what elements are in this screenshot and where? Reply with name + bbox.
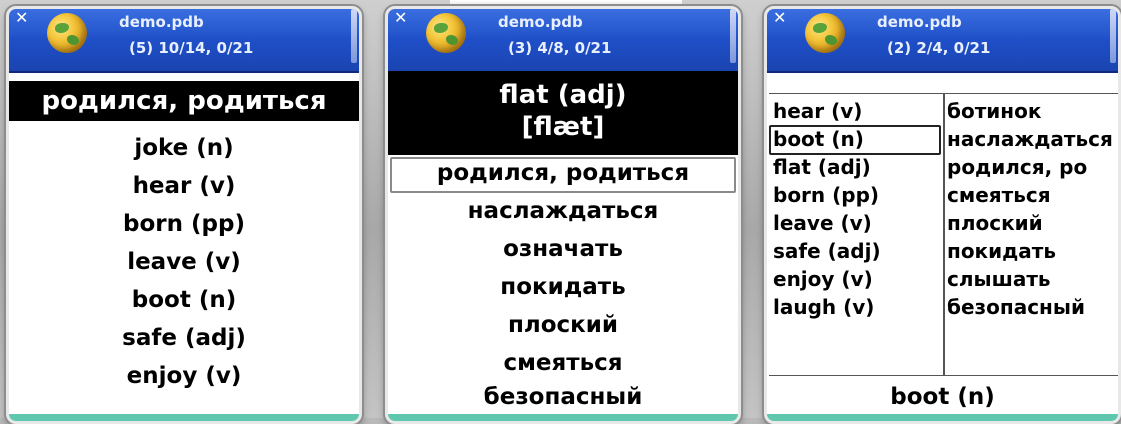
list-item[interactable]: безопасный	[388, 381, 738, 413]
table-border-bottom	[769, 375, 1118, 376]
screen-3: ✕ demo.pdb (2) 2/4, 0/21 hear (v) boot (…	[764, 6, 1121, 424]
close-icon[interactable]: ✕	[773, 10, 787, 26]
app-title: demo.pdb	[498, 13, 583, 31]
scroll-indicator	[1110, 9, 1116, 63]
left-word[interactable]: enjoy (v)	[773, 265, 941, 293]
left-word[interactable]: born (pp)	[773, 181, 941, 209]
list-item[interactable]: hear (v)	[9, 170, 359, 202]
right-word[interactable]: смеяться	[947, 181, 1115, 209]
prompt-text: родился, родиться	[41, 86, 327, 116]
right-word[interactable]: плоский	[947, 209, 1115, 237]
globe-icon	[805, 13, 845, 53]
right-word[interactable]: покидать	[947, 237, 1115, 265]
globe-icon	[47, 13, 87, 53]
header: ✕ demo.pdb (5) 10/14, 0/21	[9, 9, 359, 73]
list-item[interactable]: boot (n)	[9, 284, 359, 316]
screen-1: ✕ demo.pdb (5) 10/14, 0/21 родился, роди…	[6, 6, 362, 424]
table-divider	[943, 93, 945, 375]
header: ✕ demo.pdb (2) 2/4, 0/21	[767, 9, 1118, 73]
list-item[interactable]: safe (adj)	[9, 322, 359, 354]
prompt-band: flat (adj) [flæt]	[388, 71, 738, 155]
left-word[interactable]: flat (adj)	[773, 153, 941, 181]
list-item[interactable]: joke (n)	[9, 132, 359, 164]
left-word[interactable]: safe (adj)	[773, 237, 941, 265]
list-item[interactable]: enjoy (v)	[9, 360, 359, 392]
list-item[interactable]: родился, родиться	[388, 157, 738, 189]
left-word[interactable]: boot (n)	[773, 125, 941, 153]
list-item[interactable]: покидать	[388, 271, 738, 303]
right-word[interactable]: безопасный	[947, 293, 1115, 321]
close-icon[interactable]: ✕	[15, 10, 29, 26]
right-word[interactable]: родился, ро	[947, 153, 1115, 181]
prompt-pronunciation: [flæt]	[521, 112, 605, 142]
list-item[interactable]: смеяться	[388, 347, 738, 379]
list-item[interactable]: наслаждаться	[388, 195, 738, 227]
prompt-band: родился, родиться	[9, 81, 359, 121]
app-title: demo.pdb	[877, 13, 962, 31]
status-text: (2) 2/4, 0/21	[887, 39, 991, 57]
list-item[interactable]: leave (v)	[9, 246, 359, 278]
left-word[interactable]: leave (v)	[773, 209, 941, 237]
footer-word: boot (n)	[890, 384, 995, 410]
prompt-word: flat (adj)	[499, 80, 627, 110]
app-title: demo.pdb	[119, 13, 204, 31]
status-text: (5) 10/14, 0/21	[129, 39, 254, 57]
left-word[interactable]: hear (v)	[773, 97, 941, 125]
header: ✕ demo.pdb (3) 4/8, 0/21	[388, 9, 738, 73]
status-text: (3) 4/8, 0/21	[508, 39, 612, 57]
scroll-indicator	[730, 9, 736, 63]
list-item[interactable]: означать	[388, 233, 738, 265]
scroll-indicator	[351, 9, 357, 63]
right-word[interactable]: наслаждаться	[947, 125, 1115, 153]
globe-icon	[426, 13, 466, 53]
list-item[interactable]: born (pp)	[9, 208, 359, 240]
screen-2: ✕ demo.pdb (3) 4/8, 0/21 flat (adj) [flæ…	[385, 6, 741, 424]
list-item[interactable]: плоский	[388, 309, 738, 341]
close-icon[interactable]: ✕	[394, 10, 408, 26]
left-word[interactable]: laugh (v)	[773, 293, 941, 321]
right-word[interactable]: слышать	[947, 265, 1115, 293]
right-word[interactable]: ботинок	[947, 97, 1115, 125]
